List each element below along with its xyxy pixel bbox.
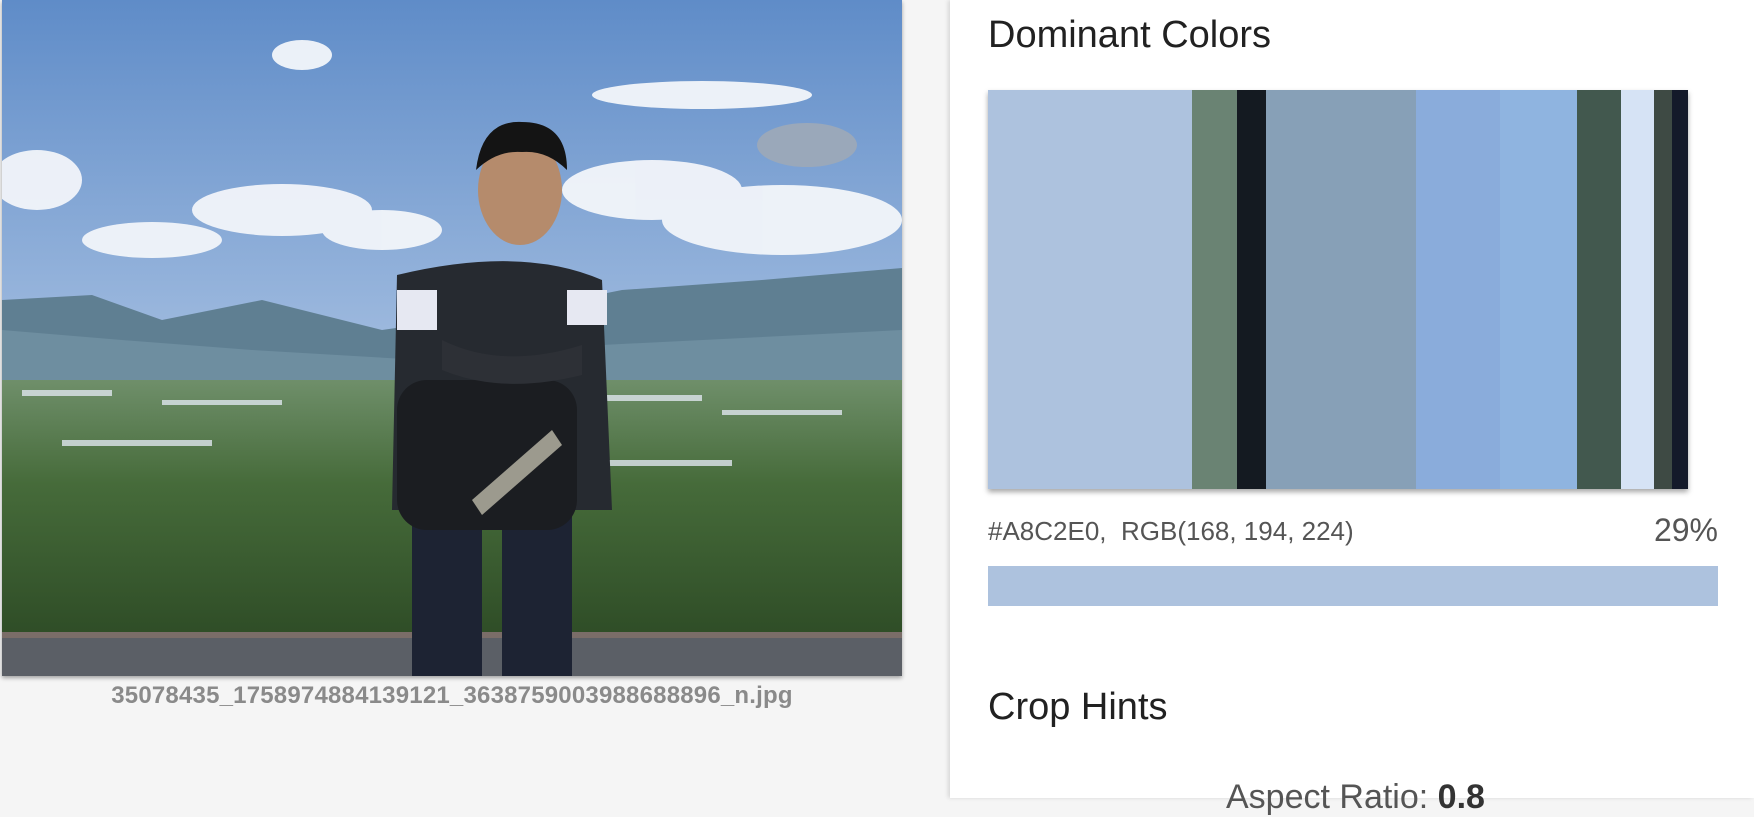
color-swatch[interactable] — [1576, 90, 1622, 489]
aspect-ratio-value: 0.8 — [1437, 778, 1485, 816]
color-swatch[interactable] — [1621, 90, 1654, 489]
selected-color-info: #A8C2E0, RGB(168, 194, 224) — [988, 516, 1354, 547]
color-swatch[interactable] — [1237, 90, 1266, 489]
color-swatch[interactable] — [1191, 90, 1238, 489]
aspect-ratio-label: Aspect Ratio: — [1226, 778, 1429, 816]
color-swatch[interactable] — [1653, 90, 1672, 489]
selected-color-rgb: RGB(168, 194, 224) — [1120, 516, 1354, 546]
selected-color-hex: #A8C2E0, — [988, 516, 1107, 546]
analyzed-photo — [2, 0, 902, 676]
color-swatch[interactable] — [1671, 90, 1688, 489]
color-swatch[interactable] — [1265, 90, 1416, 489]
color-swatch[interactable] — [1415, 90, 1501, 489]
image-panel: 35078435_1758974884139121_36387590039886… — [0, 0, 950, 798]
color-swatch[interactable] — [1500, 90, 1577, 489]
image-filename: 35078435_1758974884139121_36387590039886… — [111, 682, 793, 709]
selected-color-percent: 29% — [1653, 512, 1718, 548]
color-swatch[interactable] — [988, 90, 1192, 489]
color-palette — [988, 90, 1688, 489]
analysis-panel: Dominant Colors #A8C2E0, RGB(168, 194, 2… — [950, 0, 1754, 816]
crop-hints-title: Crop Hints — [988, 686, 1168, 728]
dominant-colors-title: Dominant Colors — [988, 14, 1271, 56]
selected-color-bar — [988, 566, 1718, 606]
